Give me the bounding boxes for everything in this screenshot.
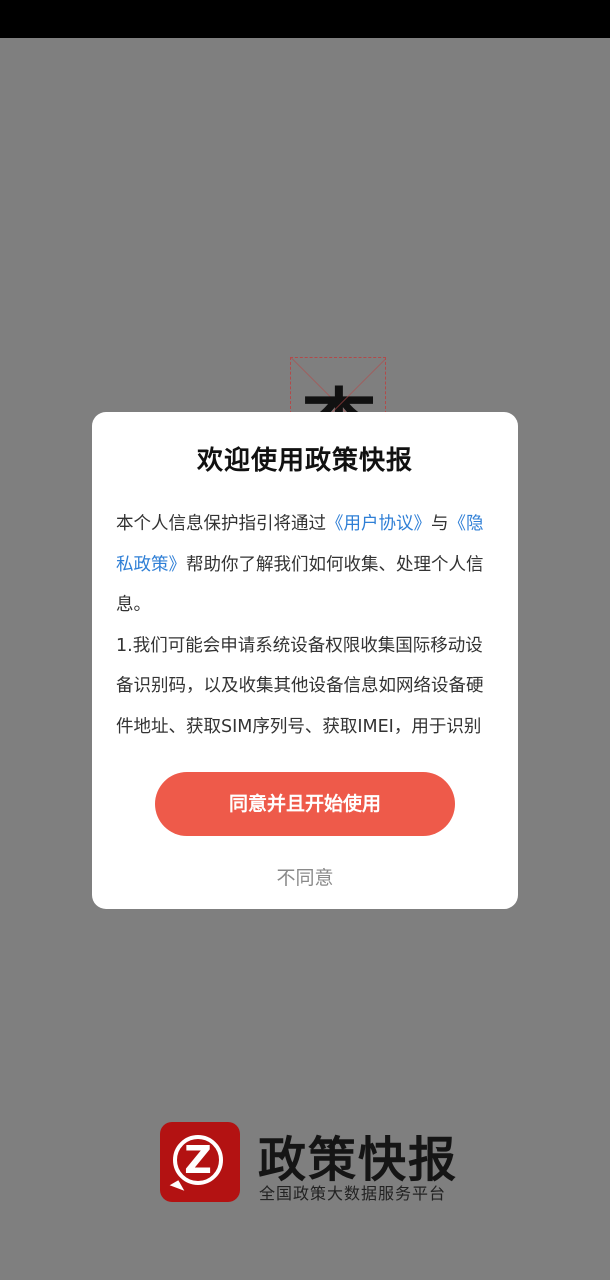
disagree-button[interactable]: 不同意 bbox=[92, 863, 518, 890]
clause-1: 1.我们可能会申请系统设备权限收集国际移动设备识别码，以及收集其他设备信息如网络… bbox=[116, 635, 484, 737]
intro-text: 本个人信息保护指引将通过 bbox=[116, 514, 326, 534]
status-bar bbox=[0, 0, 610, 38]
privacy-dialog: 欢迎使用政策快报 本个人信息保护指引将通过《用户协议》与《隐私政策》帮助你了解我… bbox=[92, 412, 518, 909]
intro-and: 与 bbox=[431, 514, 449, 534]
brand-tagline: 全国政策大数据服务平台 bbox=[259, 1184, 447, 1203]
dialog-body[interactable]: 本个人信息保护指引将通过《用户协议》与《隐私政策》帮助你了解我们如何收集、处理个… bbox=[116, 504, 496, 754]
dialog-title: 欢迎使用政策快报 bbox=[196, 446, 413, 476]
agree-button[interactable]: 同意并且开始使用 bbox=[155, 772, 455, 836]
user-agreement-link[interactable]: 《用户协议》 bbox=[326, 514, 431, 534]
z-chat-logo-icon: Z bbox=[160, 1122, 240, 1202]
